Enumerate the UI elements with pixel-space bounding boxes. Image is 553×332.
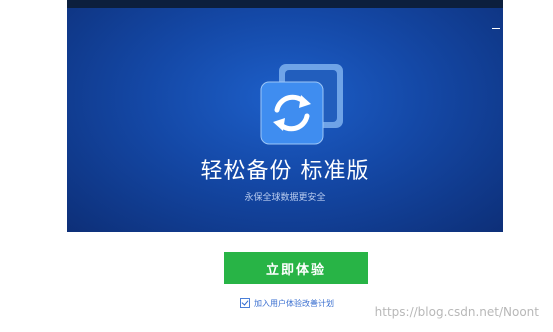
join-checkbox[interactable] [240,298,250,308]
product-subtitle: 永保全球数据更安全 [244,193,326,203]
watermark-text: https://blog.csdn.net/Noont [374,305,539,319]
installer-window: 轻松备份 标准版 永保全球数据更安全 立即体验 加入用户体验改善计划 [67,0,503,332]
hero-banner: 轻松备份 标准版 永保全球数据更安全 [67,8,503,232]
product-title: 轻松备份 标准版 [200,159,370,184]
join-program-label: 加入用户体验改善计划 [254,298,334,308]
minimize-button[interactable] [491,26,501,32]
try-now-button[interactable]: 立即体验 [224,252,368,284]
backup-logo-icon [260,64,343,145]
title-bar [67,0,503,8]
join-program-option[interactable]: 加入用户体验改善计划 [240,297,334,309]
